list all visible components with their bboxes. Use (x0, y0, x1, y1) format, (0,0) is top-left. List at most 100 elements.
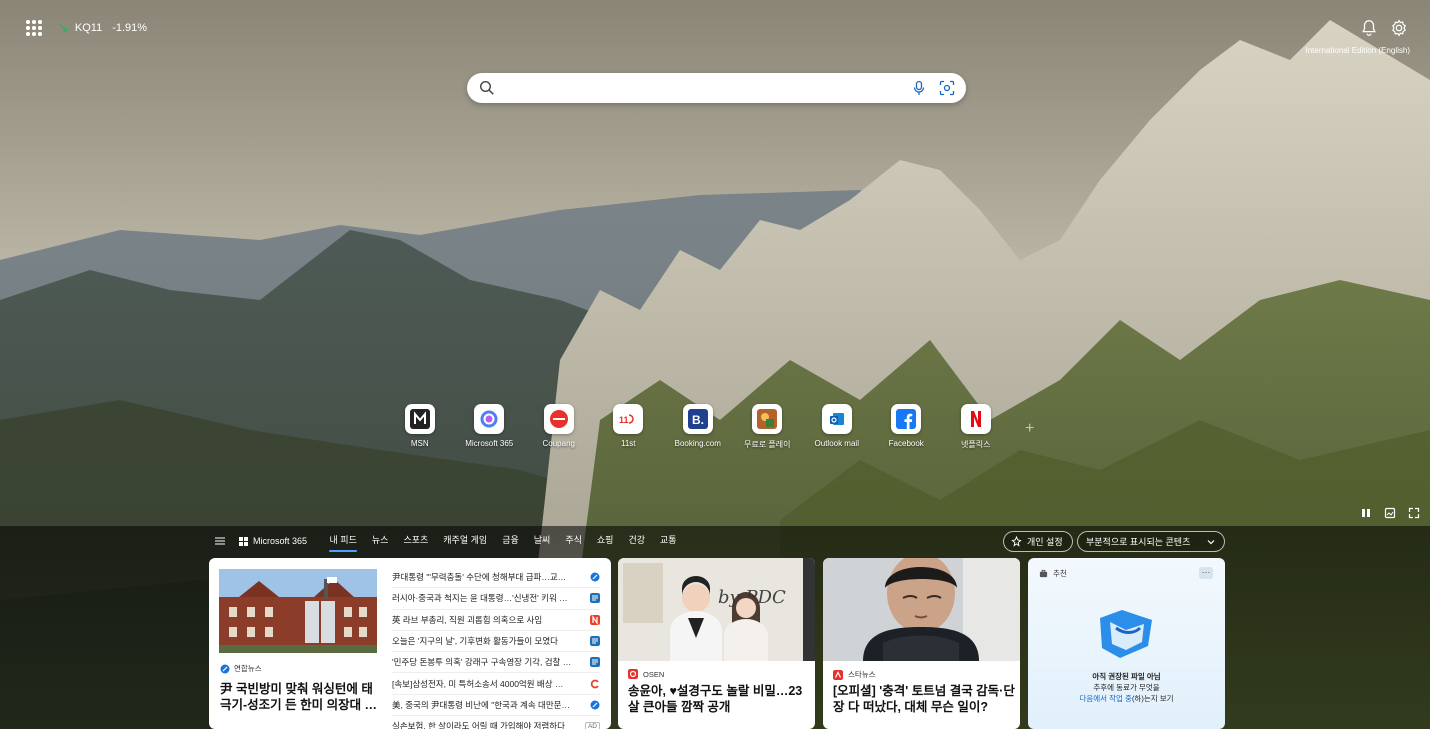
image-info-icon[interactable] (1384, 507, 1396, 519)
quicklink-netflix[interactable]: 넷플릭스 (941, 404, 1011, 450)
quicklink-booking[interactable]: B. Booking.com (663, 404, 733, 450)
tab-health[interactable]: 건강 (621, 530, 653, 552)
top-bar: ↘ KQ11 -1.91% International Edition (Eng… (0, 0, 1430, 60)
headline-item[interactable]: '민주당 돈봉투 의혹' 강래구 구속영장 기각, 검찰 … (392, 652, 600, 674)
tab-news[interactable]: 뉴스 (364, 530, 396, 552)
quicklink-11st[interactable]: 11 11st (594, 404, 664, 450)
facebook-icon (896, 409, 917, 429)
rec-line3: 다음에서 작업 중(하)는지 보기 (1028, 693, 1225, 704)
microsoft365-link[interactable]: Microsoft 365 (239, 536, 307, 546)
yonhap-logo-icon (220, 664, 230, 673)
quicklink-label: 11st (620, 439, 636, 448)
personalize-button[interactable]: 개인 설정 (1003, 531, 1073, 552)
tab-sports[interactable]: 스포츠 (396, 530, 436, 552)
osen-logo-icon (628, 669, 638, 679)
main-headline[interactable]: 尹 국빈방미 맞춰 워싱턴에 태극기-성조기 든 한미 의장대 … (220, 681, 380, 713)
tab-casual-games[interactable]: 캐주얼 게임 (436, 530, 495, 552)
quicklink-label: Coupang (542, 439, 575, 448)
rec-line3-suffix: (하)는지 보기 (1131, 694, 1174, 703)
headline-item[interactable]: [속보]삼성전자, 미 특허소송서 4000억원 배상 … (392, 673, 600, 695)
tab-stocks[interactable]: 주식 (558, 530, 590, 552)
rec-link[interactable]: 다음에서 작업 중 (1079, 694, 1131, 703)
quicklink-label: Outlook mail (814, 439, 859, 448)
visual-search-icon[interactable] (939, 80, 955, 96)
headline-text: 오늘은 '지구의 날', 기후변화 활동가들이 모였다 (392, 636, 558, 647)
feed-nav: Microsoft 365 내 피드 뉴스 스포츠 캐주얼 게임 금융 날씨 주… (210, 530, 684, 552)
headline-text: 尹대통령 "'무력충돌' 수단에 청해부대 급파…교… (392, 572, 567, 583)
rec-line2: 추후에 동료가 무엇을 (1093, 683, 1160, 692)
11st-icon: 11 (619, 414, 634, 425)
tab-my-feed[interactable]: 내 피드 (322, 530, 364, 552)
add-quicklink-icon[interactable]: + (1025, 420, 1034, 438)
ad-badge: AD (584, 721, 600, 729)
top-stories-card: 연합뉴스 尹 국빈방미 맞춰 워싱턴에 태극기-성조기 든 한미 의장대 … 尹… (209, 558, 611, 729)
headline-item[interactable]: 美, 중국의 尹대통령 비난에 "한국과 계속 대만문… (392, 695, 600, 717)
stock-ticker[interactable]: ↘ KQ11 -1.91% (58, 20, 147, 36)
msn-icon (409, 409, 430, 429)
news-icon (590, 657, 600, 668)
game-icon (757, 409, 778, 429)
svg-text:B.: B. (692, 413, 704, 427)
rec-header: 추천 (1039, 568, 1067, 579)
app-launcher-icon[interactable] (26, 20, 42, 36)
tab-finance[interactable]: 금융 (495, 530, 527, 552)
trend-down-icon: ↘ (58, 20, 69, 35)
c-icon (590, 679, 599, 688)
card-headline: [오피셜] '충격' 토트넘 결국 감독·단장 다 떠났다, 대체 무슨 일이? (833, 684, 1015, 714)
quicklink-microsoft365[interactable]: Microsoft 365 (455, 404, 525, 450)
content-visibility-label: 부분적으로 표시되는 콘텐츠 (1086, 537, 1191, 547)
news-card-osen[interactable]: by PDC OSEN 송윤아, ♥설경구도 놀랄 비밀…23살 큰아들 깜짝 … (618, 558, 815, 729)
headline-text: 러시아·중국과 척지는 윤 대통령…'신냉전' 키워 … (392, 593, 568, 604)
content-visibility-dropdown[interactable]: 부분적으로 표시되는 콘텐츠 (1077, 531, 1225, 552)
quicklink-label: Facebook (888, 439, 924, 448)
quicklink-facebook[interactable]: Facebook (872, 404, 942, 450)
search-input[interactable] (503, 73, 903, 103)
source-name: OSEN (643, 669, 665, 679)
svg-text:11: 11 (619, 415, 629, 425)
headline-text: [속보]삼성전자, 미 특허소송서 4000억원 배상 … (392, 678, 564, 689)
outlook-icon (829, 413, 844, 425)
headline-item[interactable]: 러시아·중국과 척지는 윤 대통령…'신냉전' 키워 … (392, 588, 600, 610)
yonhap-icon (590, 700, 600, 710)
headline-text: 英 라브 부총리, 직원 괴롭힘 의혹으로 사임 (392, 614, 543, 625)
news-card-starnews[interactable]: 스타뉴스 [오피셜] '충격' 토트넘 결국 감독·단장 다 떠났다, 대체 무… (823, 558, 1020, 729)
headline-text: 실손보험, 한 살이라도 어릴 때 가입해야 저렴하다 (392, 721, 565, 729)
quicklink-outlook[interactable]: Outlook mail (802, 404, 872, 450)
tab-weather[interactable]: 날씨 (526, 530, 558, 552)
headline-text: '민주당 돈봉투 의혹' 강래구 구속영장 기각, 검찰 … (392, 657, 572, 668)
notification-bell-icon[interactable] (1360, 19, 1378, 37)
quick-links: MSN Microsoft 365 Coupang 11 11st B. Boo… (385, 404, 1011, 450)
quicklink-free-games[interactable]: 무료로 플레이 (733, 404, 803, 450)
news-icon (590, 636, 600, 647)
quicklink-coupang[interactable]: Coupang (524, 404, 594, 450)
settings-gear-icon[interactable] (1390, 19, 1408, 37)
quicklink-label: Booking.com (674, 439, 721, 448)
quicklink-label: MSN (410, 439, 429, 448)
personalize-label: 개인 설정 (1027, 537, 1063, 547)
news-photo-building[interactable] (219, 569, 377, 653)
rec-header-label: 추천 (1053, 569, 1067, 578)
headline-text: 美, 중국의 尹대통령 비난에 "한국과 계속 대만문… (392, 699, 570, 710)
headline-item-ad[interactable]: 실손보험, 한 살이라도 어릴 때 가입해야 저렴하다 AD (392, 716, 600, 729)
search-icon (479, 80, 494, 95)
headline-item[interactable]: 오늘은 '지구의 날', 기후변화 활동가들이 모였다 (392, 631, 600, 653)
fullscreen-icon[interactable] (1408, 507, 1420, 519)
more-options-icon[interactable]: … (1199, 566, 1213, 579)
chevron-down-icon (1207, 539, 1215, 544)
tab-shopping[interactable]: 쇼핑 (589, 530, 621, 552)
headline-list: 尹대통령 "'무력충돌' 수단에 청해부대 급파…교… 러시아·중국과 척지는 … (392, 567, 600, 729)
yonhap-icon (590, 572, 600, 582)
pause-icon[interactable] (1360, 507, 1372, 519)
edition-label[interactable]: International Edition (English) (1305, 46, 1410, 55)
quicklink-label: 넷플릭스 (961, 440, 991, 449)
headline-item[interactable]: 尹대통령 "'무력충돌' 수단에 청해부대 급파…교… (392, 567, 600, 589)
headline-item[interactable]: 英 라브 부총리, 직원 괴롭힘 의혹으로 사임 (392, 610, 600, 631)
tab-traffic[interactable]: 교통 (653, 530, 685, 552)
microphone-icon[interactable] (911, 80, 927, 96)
starnews-logo-icon (833, 669, 843, 680)
news-photo-player (823, 558, 1020, 661)
windows-logo-icon (239, 536, 248, 546)
quicklink-msn[interactable]: MSN (385, 404, 455, 450)
quicklink-label: 무료로 플레이 (744, 440, 791, 449)
coupang-icon (549, 410, 568, 428)
